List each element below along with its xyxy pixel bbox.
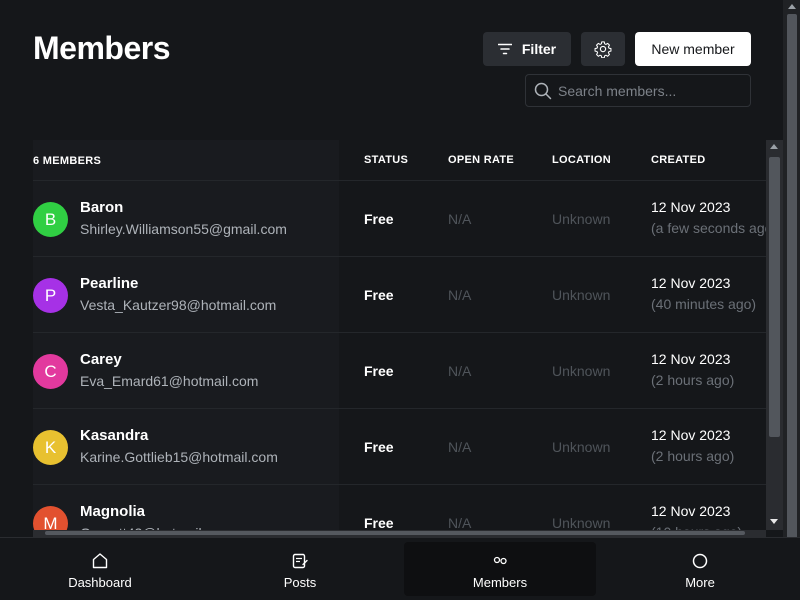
member-created-date: 12 Nov 2023 — [651, 275, 731, 291]
nav-label-members: Members — [472, 575, 528, 590]
created-column-header[interactable]: CREATED — [651, 154, 705, 166]
nav-item-dashboard[interactable]: Dashboard — [4, 542, 196, 596]
member-name: Carey — [80, 351, 122, 368]
table-row[interactable]: M Magnolia Garnett42@hotmail.com Free N/… — [0, 484, 766, 536]
member-open-rate: N/A — [448, 515, 472, 531]
member-name: Pearline — [80, 275, 139, 292]
member-email: Eva_Emard61@hotmail.com — [80, 373, 259, 389]
filter-button[interactable]: Filter — [483, 32, 571, 66]
home-icon — [92, 553, 108, 569]
member-count-header: 6 MEMBERS — [33, 155, 102, 167]
member-open-rate: N/A — [448, 363, 472, 379]
member-location: Unknown — [552, 363, 611, 379]
posts-icon — [292, 553, 308, 569]
avatar: C — [33, 354, 68, 389]
nav-item-more[interactable]: More — [604, 542, 796, 596]
row-divider — [33, 256, 766, 257]
settings-button[interactable] — [581, 32, 625, 66]
member-status: Free — [364, 439, 394, 455]
member-created-date: 12 Nov 2023 — [651, 351, 731, 367]
open-rate-column-header[interactable]: OPEN RATE — [448, 154, 514, 166]
table-row[interactable]: P Pearline Vesta_Kautzer98@hotmail.com F… — [0, 256, 766, 332]
member-created-date: 12 Nov 2023 — [651, 503, 731, 519]
member-created-ago: (a few seconds ago) — [651, 220, 766, 236]
nav-label-dashboard: Dashboard — [68, 575, 132, 590]
member-email: Vesta_Kautzer98@hotmail.com — [80, 297, 277, 313]
member-created-date: 12 Nov 2023 — [651, 427, 731, 443]
member-created-ago: (2 hours ago) — [651, 372, 735, 388]
member-created-date: 12 Nov 2023 — [651, 199, 731, 215]
member-status: Free — [364, 515, 394, 531]
member-location: Unknown — [552, 439, 611, 455]
horizontal-scrollbar-thumb[interactable] — [45, 531, 745, 535]
nav-item-posts[interactable]: Posts — [204, 542, 396, 596]
search-input[interactable] — [558, 75, 746, 106]
member-location: Unknown — [552, 287, 611, 303]
member-name: Baron — [80, 199, 124, 216]
search-icon — [534, 82, 552, 100]
member-open-rate: N/A — [448, 287, 472, 303]
scroll-down-icon[interactable] — [770, 519, 778, 524]
avatar-initial: P — [44, 285, 57, 305]
member-open-rate: N/A — [448, 439, 472, 455]
member-name: Kasandra — [80, 427, 149, 444]
member-email: Karine.Gottlieb15@hotmail.com — [80, 449, 278, 465]
table-horizontal-scrollbar[interactable] — [33, 530, 766, 537]
nav-item-members[interactable]: Members — [404, 542, 596, 596]
nav-label-more: More — [685, 575, 715, 590]
table-row[interactable]: C Carey Eva_Emard61@hotmail.com Free N/A… — [0, 332, 766, 408]
filter-icon — [497, 43, 512, 55]
row-divider — [33, 408, 766, 409]
member-status: Free — [364, 363, 394, 379]
scroll-up-icon[interactable] — [770, 144, 778, 149]
search-box[interactable] — [525, 74, 751, 107]
table-vertical-scrollbar[interactable] — [766, 140, 783, 530]
page-scrollbar[interactable] — [783, 0, 800, 600]
members-header: Members Filter New member — [33, 30, 751, 110]
gear-icon — [594, 41, 612, 58]
avatar-initial: B — [44, 209, 57, 229]
page-title: Members — [33, 30, 171, 66]
filter-label: Filter — [521, 41, 557, 57]
members-icon — [493, 556, 507, 565]
avatar-initial: K — [44, 437, 57, 457]
vertical-scrollbar-thumb[interactable] — [769, 157, 780, 437]
row-divider — [33, 180, 766, 181]
more-icon — [692, 553, 708, 569]
table-row[interactable]: B Baron Shirley.Williamson55@gmail.com F… — [0, 180, 766, 256]
nav-label-posts: Posts — [283, 575, 317, 590]
member-status: Free — [364, 211, 394, 227]
avatar-initial: C — [44, 361, 57, 381]
member-created-ago: (2 hours ago) — [651, 448, 735, 464]
location-column-header[interactable]: LOCATION — [552, 154, 611, 166]
member-location: Unknown — [552, 211, 611, 227]
member-email: Shirley.Williamson55@gmail.com — [80, 221, 287, 237]
page-scroll-up-icon[interactable] — [788, 4, 796, 9]
members-table: 6 MEMBERS STATUS OPEN RATE LOCATION CREA… — [0, 140, 766, 536]
avatar: K — [33, 430, 68, 465]
table-header: 6 MEMBERS STATUS OPEN RATE LOCATION CREA… — [0, 140, 766, 180]
member-status: Free — [364, 287, 394, 303]
status-column-header[interactable]: STATUS — [364, 154, 408, 166]
avatar: B — [33, 202, 68, 237]
table-row[interactable]: K Kasandra Karine.Gottlieb15@hotmail.com… — [0, 408, 766, 484]
page-scrollbar-thumb[interactable] — [787, 14, 797, 544]
avatar: P — [33, 278, 68, 313]
bottom-navigation: Dashboard Posts Members More — [0, 537, 800, 600]
member-created-ago: (40 minutes ago) — [651, 296, 757, 312]
member-name: Magnolia — [80, 503, 146, 520]
new-member-button[interactable]: New member — [635, 32, 751, 66]
member-open-rate: N/A — [448, 211, 472, 227]
row-divider — [33, 332, 766, 333]
row-divider — [33, 484, 766, 485]
member-location: Unknown — [552, 515, 611, 531]
